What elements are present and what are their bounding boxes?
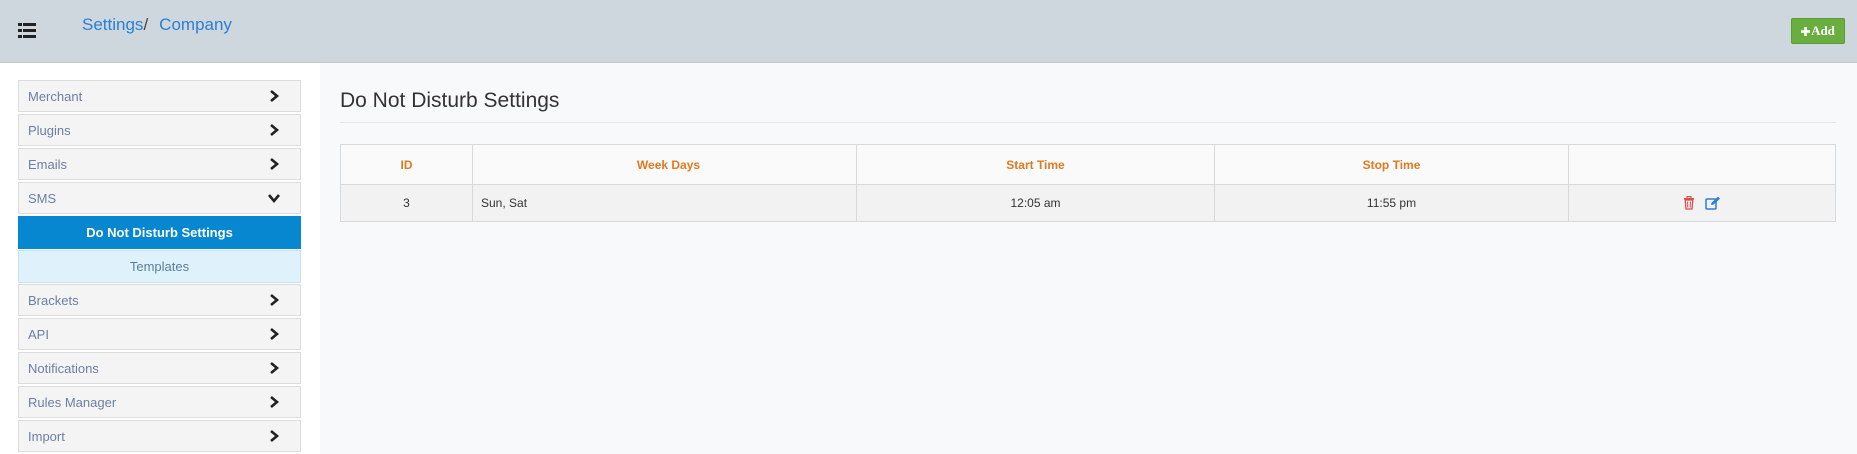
chevron-down-icon (268, 194, 280, 204)
dnd-settings-table: ID Week Days Start Time Stop Time 3 Sun,… (340, 144, 1836, 222)
column-header-stop-time: Stop Time (1214, 144, 1569, 185)
chevron-right-icon (270, 430, 280, 442)
table-row: 3 Sun, Sat 12:05 am 11:55 pm (340, 184, 1836, 222)
column-header-actions (1568, 144, 1836, 185)
sidebar-item-label: Notifications (28, 361, 99, 376)
sidebar-item-label: Merchant (28, 89, 83, 104)
plus-icon (1801, 26, 1811, 36)
sidebar-item-api[interactable]: API (18, 318, 301, 350)
list-menu-icon[interactable] (18, 23, 36, 38)
chevron-right-icon (270, 124, 280, 136)
cell-id: 3 (340, 184, 473, 222)
sidebar-subitem-do-not-disturb[interactable]: Do Not Disturb Settings (18, 216, 301, 249)
sidebar-item-brackets[interactable]: Brackets (18, 284, 301, 316)
chevron-right-icon (270, 396, 280, 408)
sidebar-item-label: Import (28, 429, 65, 444)
sidebar-item-sms[interactable]: SMS (18, 182, 301, 214)
breadcrumb: Settings/ Company (82, 15, 232, 35)
chevron-right-icon (270, 158, 280, 170)
sidebar-item-plugins[interactable]: Plugins (18, 114, 301, 146)
edit-icon[interactable] (1704, 196, 1721, 211)
main-content: Do Not Disturb Settings ID Week Days Sta… (320, 63, 1857, 454)
chevron-right-icon (270, 328, 280, 340)
breadcrumb-separator: / (143, 15, 149, 34)
sidebar-item-emails[interactable]: Emails (18, 148, 301, 180)
chevron-right-icon (270, 90, 280, 102)
chevron-right-icon (270, 294, 280, 306)
trash-icon[interactable] (1683, 196, 1695, 211)
sidebar-subitem-templates[interactable]: Templates (18, 250, 301, 283)
column-header-id: ID (340, 144, 473, 185)
cell-actions (1568, 184, 1836, 222)
sidebar-item-label: Brackets (28, 293, 79, 308)
sidebar-item-import[interactable]: Import (18, 420, 301, 452)
cell-week-days: Sun, Sat (472, 184, 857, 222)
sidebar-item-notifications[interactable]: Notifications (18, 352, 301, 384)
chevron-right-icon (270, 362, 280, 374)
top-bar: Settings/ Company Add (0, 0, 1857, 63)
sidebar-item-label: Plugins (28, 123, 71, 138)
cell-stop-time: 11:55 pm (1214, 184, 1569, 222)
table-header-row: ID Week Days Start Time Stop Time (340, 144, 1836, 185)
column-header-start-time: Start Time (856, 144, 1215, 185)
sidebar-item-rules-manager[interactable]: Rules Manager (18, 386, 301, 418)
column-header-week-days: Week Days (472, 144, 857, 185)
title-divider (340, 122, 1836, 123)
add-button-label: Add (1811, 23, 1835, 38)
sidebar-item-label: API (28, 327, 49, 342)
settings-sidebar: Merchant Plugins Emails SMS Do Not Distu… (0, 63, 320, 454)
sidebar-item-label: SMS (28, 191, 57, 206)
sidebar-item-label: Rules Manager (28, 395, 117, 410)
sidebar-item-label: Emails (28, 157, 68, 172)
page-title: Do Not Disturb Settings (340, 89, 560, 112)
add-button[interactable]: Add (1791, 18, 1845, 44)
breadcrumb-company[interactable]: Company (159, 15, 232, 34)
cell-start-time: 12:05 am (856, 184, 1215, 222)
breadcrumb-settings[interactable]: Settings (82, 15, 143, 34)
sidebar-item-merchant[interactable]: Merchant (18, 80, 301, 112)
